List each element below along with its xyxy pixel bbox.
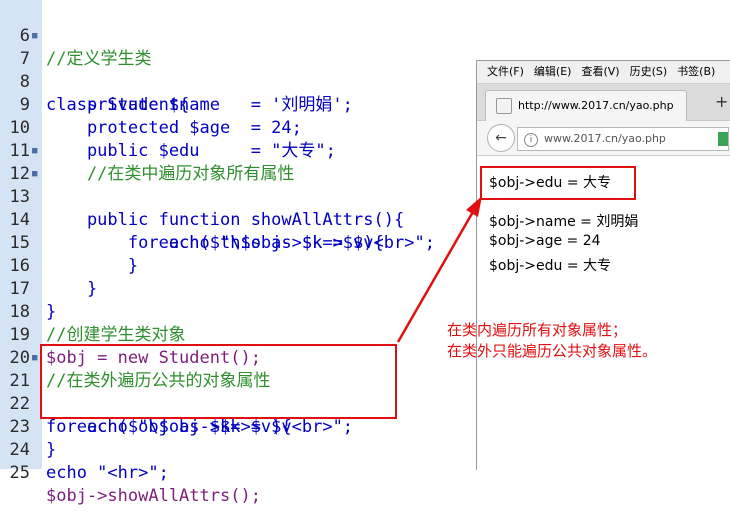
code-text: $obj->showAllAttrs(); <box>46 486 261 506</box>
annotation-line-1: 在类内遍历所有对象属性； <box>447 321 628 339</box>
annotation-text: 在类内遍历所有对象属性； 在类外只能遍历公共对象属性。 <box>447 320 657 362</box>
annotation-line-2: 在类外只能遍历公共对象属性。 <box>447 342 658 360</box>
annotation-arrow <box>396 196 482 343</box>
